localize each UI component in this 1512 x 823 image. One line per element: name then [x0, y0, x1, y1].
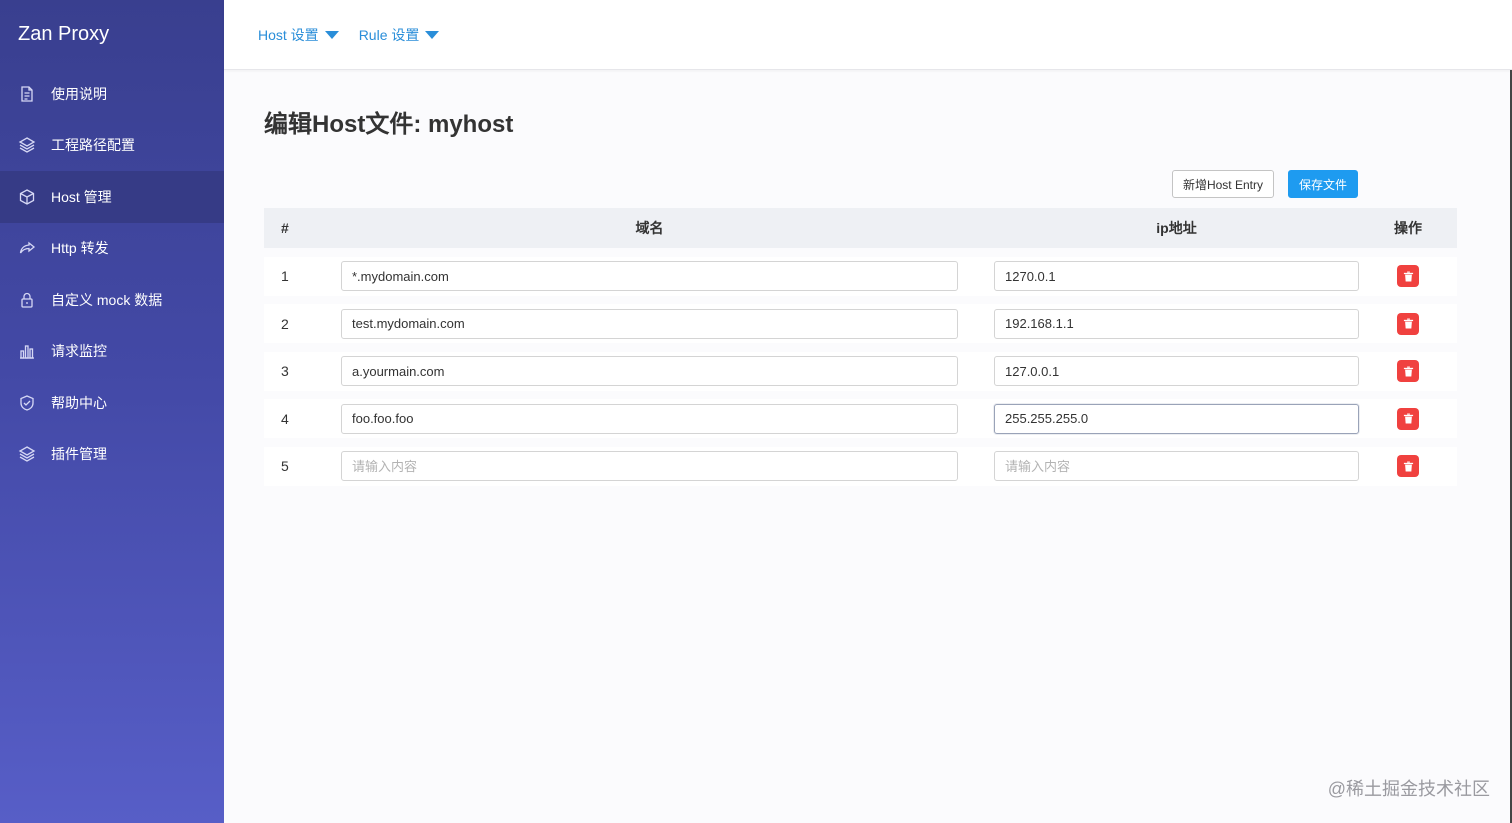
- header-num: #: [281, 220, 289, 236]
- delete-row-button[interactable]: [1397, 265, 1419, 287]
- table-row: 3: [264, 351, 1457, 391]
- ip-input[interactable]: [994, 403, 1359, 434]
- delete-row-button[interactable]: [1397, 360, 1419, 382]
- caret-down-icon: [425, 30, 440, 39]
- watermark: @稀土掘金技术社区: [1327, 779, 1490, 799]
- delete-row-button[interactable]: [1397, 455, 1419, 477]
- table-header: # 域名 ip地址 操作: [264, 208, 1457, 248]
- domain-input[interactable]: [341, 261, 958, 291]
- row-num: 1: [281, 268, 289, 284]
- sidebar-item-label: Http 转发: [51, 240, 109, 257]
- header-op: 操作: [1394, 220, 1422, 236]
- trash-icon: [1403, 318, 1413, 329]
- sidebar: Zan Proxy 使用说明 工程路径配置 Host 管理 Http 转发 自定…: [0, 0, 224, 823]
- document-icon: [18, 85, 36, 103]
- row-num: 5: [281, 458, 289, 474]
- table-row: 4: [264, 399, 1457, 438]
- lock-icon: [18, 291, 36, 309]
- header-ip: ip地址: [1156, 220, 1197, 236]
- sidebar-item-label: 工程路径配置: [51, 137, 135, 154]
- top-menu-bar: Host 设置 Rule 设置: [224, 0, 1512, 70]
- ip-input[interactable]: [994, 451, 1359, 481]
- sidebar-item-label: Host 管理: [51, 188, 112, 205]
- row-num: 3: [281, 363, 289, 379]
- page-title: 编辑Host文件: myhost: [264, 111, 514, 138]
- sidebar-item-label: 使用说明: [51, 85, 107, 102]
- table-row: 2: [264, 304, 1457, 343]
- table-row: 1: [264, 256, 1457, 296]
- delete-row-button[interactable]: [1397, 312, 1419, 335]
- add-host-entry-button[interactable]: 新增Host Entry: [1171, 170, 1274, 198]
- table-row: 5: [264, 446, 1457, 486]
- sidebar-item-plugins[interactable]: 插件管理: [0, 429, 224, 481]
- trash-icon: [1403, 461, 1413, 471]
- delete-row-button[interactable]: [1397, 407, 1419, 430]
- sidebar-item-label: 帮助中心: [51, 394, 107, 411]
- trash-icon: [1403, 271, 1413, 281]
- save-file-button[interactable]: 保存文件: [1287, 170, 1358, 198]
- ip-input[interactable]: [994, 261, 1359, 291]
- trash-icon: [1403, 413, 1413, 424]
- ip-input[interactable]: [994, 308, 1359, 339]
- sidebar-item-help[interactable]: 帮助中心: [0, 377, 224, 429]
- domain-input[interactable]: [341, 403, 958, 434]
- main-content: 编辑Host文件: myhost 新增Host Entry 保存文件 # 域名 …: [264, 70, 1457, 486]
- bar-chart-icon: [18, 342, 36, 360]
- sidebar-item-mock[interactable]: 自定义 mock 数据: [0, 274, 224, 326]
- sidebar-item-host[interactable]: Host 管理: [0, 171, 224, 223]
- sidebar-item-project-path[interactable]: 工程路径配置: [0, 120, 224, 172]
- sidebar-item-monitor[interactable]: 请求监控: [0, 326, 224, 378]
- row-num: 2: [281, 315, 289, 332]
- sidebar-item-label: 插件管理: [51, 446, 107, 463]
- shield-icon: [18, 394, 36, 412]
- header-domain: 域名: [635, 220, 664, 236]
- rule-settings-menu[interactable]: Rule 设置: [359, 25, 440, 45]
- rule-settings-label: Rule 设置: [358, 26, 420, 43]
- cube-icon: [18, 188, 36, 206]
- host-settings-menu[interactable]: Host 设置: [258, 25, 339, 45]
- layers-icon: [18, 136, 36, 154]
- action-bar: 新增Host Entry 保存文件: [1171, 170, 1358, 198]
- row-num: 4: [281, 410, 289, 427]
- sidebar-item-usage[interactable]: 使用说明: [0, 68, 224, 120]
- sidebar-item-label: 自定义 mock 数据: [51, 291, 163, 308]
- trash-icon: [1403, 366, 1413, 376]
- share-forward-icon: [18, 239, 36, 257]
- sidebar-item-http-forward[interactable]: Http 转发: [0, 223, 224, 275]
- sidebar-nav: 使用说明 工程路径配置 Host 管理 Http 转发 自定义 mock 数据: [0, 68, 224, 480]
- host-settings-label: Host 设置: [258, 26, 319, 43]
- sidebar-item-label: 请求监控: [51, 343, 107, 360]
- ip-input[interactable]: [994, 356, 1359, 386]
- layers-icon: [18, 445, 36, 463]
- app-title: Zan Proxy: [18, 22, 110, 45]
- caret-down-icon: [324, 30, 339, 39]
- domain-input[interactable]: [341, 451, 958, 481]
- domain-input[interactable]: [341, 356, 958, 386]
- host-table: # 域名 ip地址 操作 1 2 3 4: [264, 208, 1457, 486]
- domain-input[interactable]: [341, 308, 958, 339]
